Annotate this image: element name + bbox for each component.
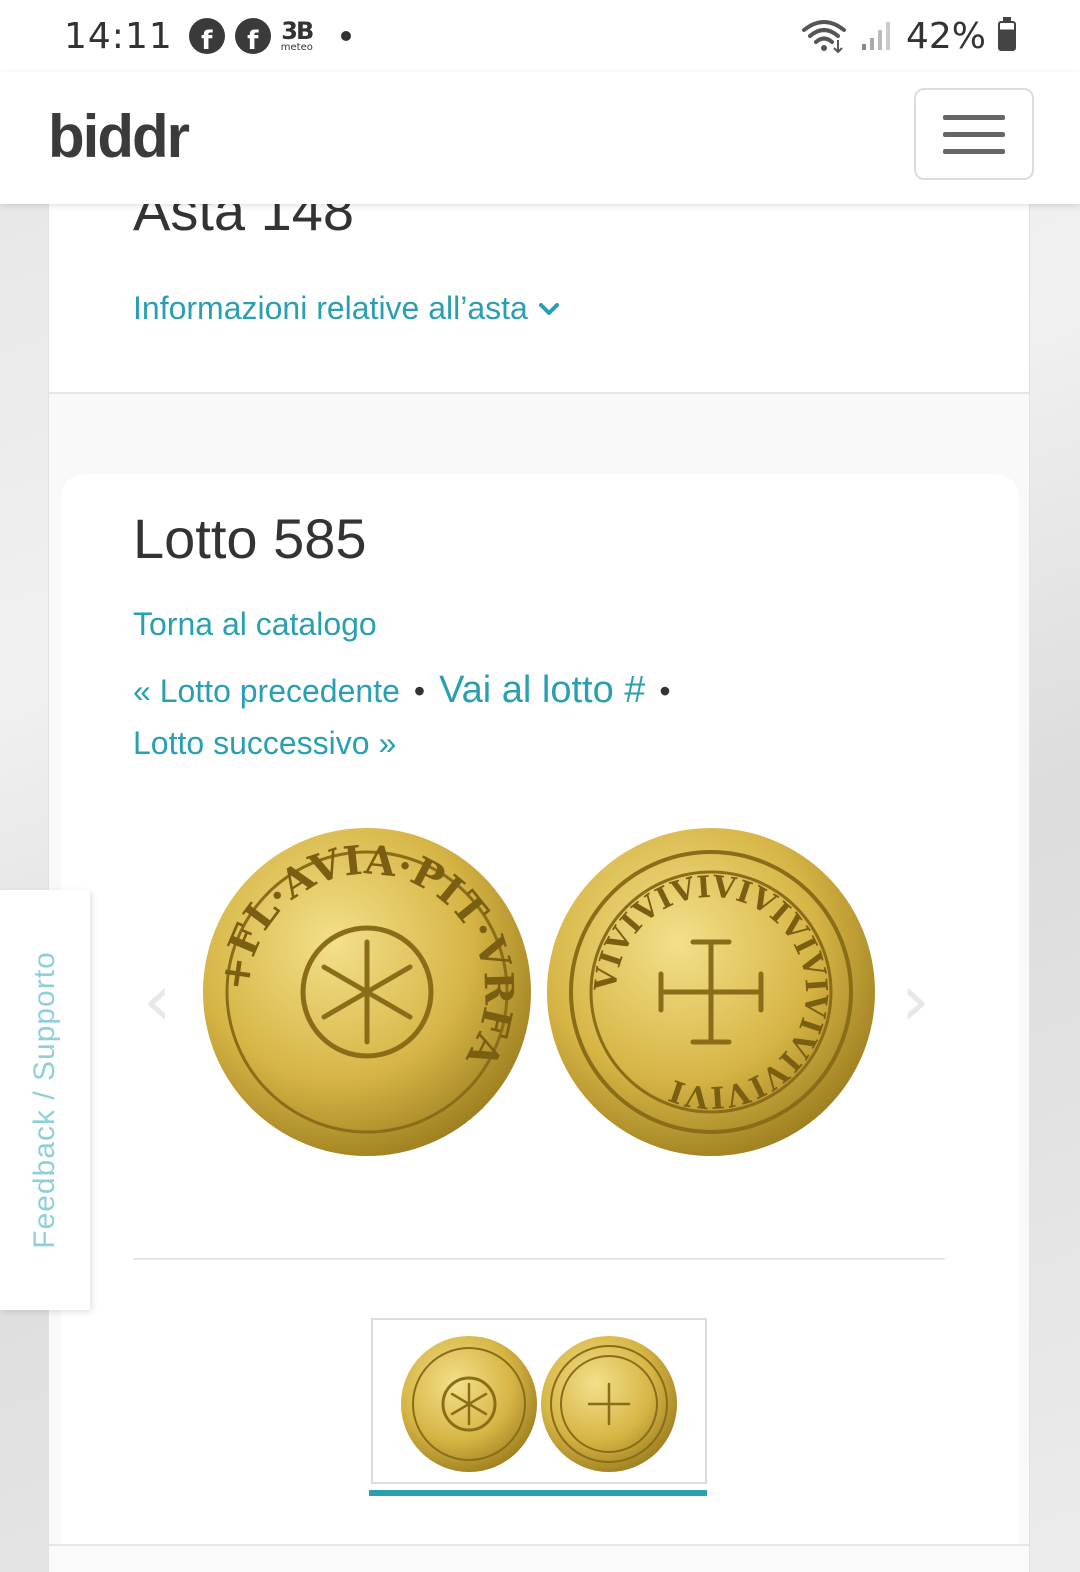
back-to-catalog-link[interactable]: Torna al catalogo: [133, 606, 377, 643]
coin-obverse-image[interactable]: +FL·AVIA·PIT·VRFA: [199, 824, 535, 1160]
notification-icons: f f 3B meteo: [188, 17, 351, 54]
hamburger-line: [943, 148, 1005, 154]
battery-icon: [998, 17, 1016, 51]
auction-title: Asta 148: [133, 204, 355, 242]
status-right: 42%: [800, 16, 1016, 57]
meteo-icon: 3B meteo: [280, 17, 315, 53]
facebook-icon: f: [188, 18, 225, 54]
feedback-label: Feedback / Supporto: [28, 951, 61, 1249]
auction-info-link[interactable]: Informazioni relative all’asta: [133, 290, 560, 327]
nav-separator: •: [413, 673, 426, 709]
lot-navigation: « Lotto precedente • Vai al lotto # • Lotto…: [133, 664, 773, 769]
signal-icon: [861, 22, 890, 50]
battery-level: 42%: [905, 15, 986, 57]
chevron-down-icon: [538, 302, 559, 315]
thumbnail-reverse-image[interactable]: [539, 1334, 679, 1474]
hamburger-line: [943, 114, 1005, 120]
goto-lot-link[interactable]: Vai al lotto #: [439, 669, 645, 711]
carousel-next-icon[interactable]: ›: [901, 964, 930, 1036]
brand-logo[interactable]: biddr: [48, 102, 190, 171]
coin-reverse-image[interactable]: VIVIVIVIVIVIVIVIVIVIVIVIVI: [543, 824, 879, 1160]
wifi-icon: [801, 20, 846, 54]
nav-separator: •: [659, 673, 671, 709]
facebook-icon: f: [234, 18, 271, 54]
auction-header: Asta 148 Informazioni relative all’asta: [49, 204, 1029, 394]
auction-card: Asta 148 Informazioni relative all’asta …: [48, 204, 1030, 1572]
hamburger-line: [943, 131, 1005, 137]
carousel-prev-icon[interactable]: ‹: [143, 964, 172, 1036]
status-bar: 14:11 f f 3B meteo 42%: [0, 0, 1080, 72]
notification-dot-icon: [340, 31, 351, 41]
meteo-icon-big: 3B: [281, 17, 314, 45]
thumbnail-active-indicator: [369, 1490, 707, 1496]
meteo-icon-small: meteo: [280, 42, 313, 53]
navbar: biddr: [0, 72, 1080, 204]
next-lot-link[interactable]: Lotto successivo »: [133, 725, 396, 761]
status-time: 14:11: [64, 15, 173, 57]
lot-title: Lotto 585: [133, 507, 367, 570]
thumbnail-obverse-image[interactable]: [399, 1334, 539, 1474]
divider: [133, 1258, 945, 1260]
auction-info-label: Informazioni relative all’asta: [133, 290, 528, 326]
previous-lot-link[interactable]: « Lotto precedente: [133, 673, 400, 709]
feedback-tab[interactable]: Feedback / Supporto: [0, 890, 90, 1310]
card-bottom-section: [49, 1544, 1029, 1572]
menu-toggle-button[interactable]: [914, 88, 1034, 180]
